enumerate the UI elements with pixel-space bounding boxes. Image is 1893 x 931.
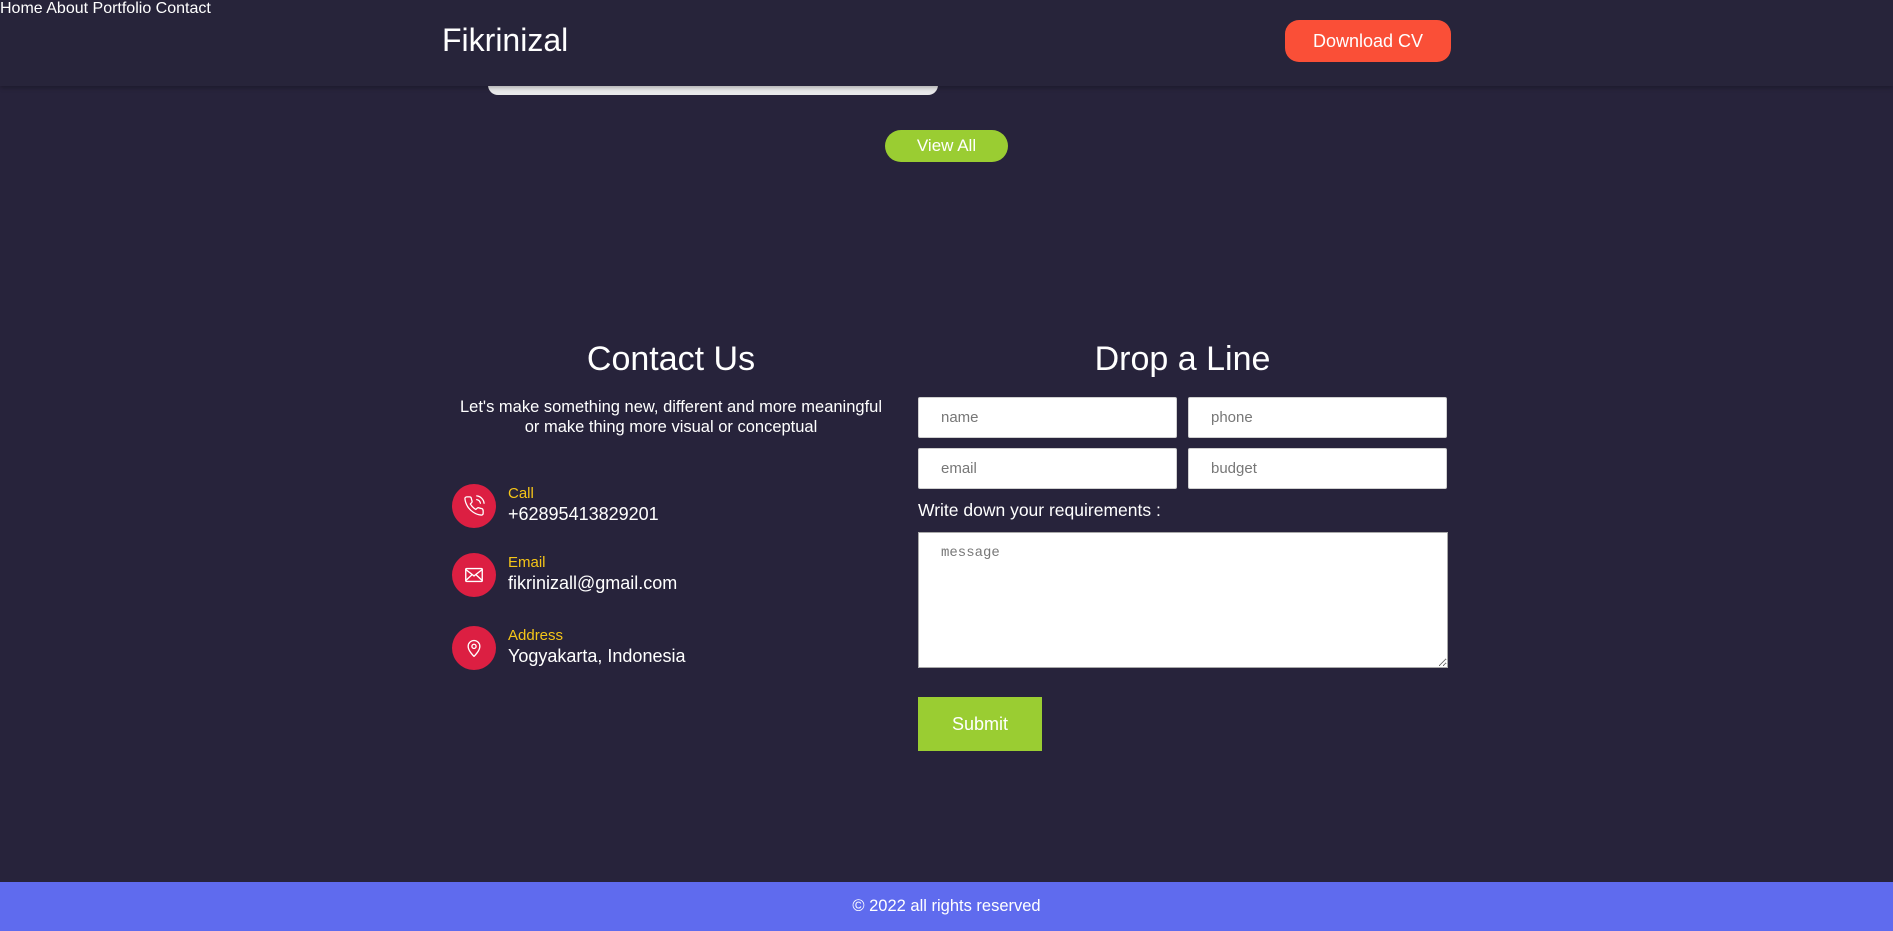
contact-description-line1: Let's make something new, different and … [459,398,882,416]
address-value: Yogyakarta, Indonesia [508,646,686,666]
view-all-button[interactable]: View All [885,130,1008,162]
contact-description-line2: or make thing more visual or conceptual [524,418,818,436]
copyright-text: © 2022 all rights reserved [852,897,1041,915]
nav-home[interactable]: Home [0,0,43,17]
phone-icon [452,484,496,528]
budget-input[interactable] [1188,448,1447,489]
main-nav: Home About Portfolio Contact [0,0,1893,18]
email-input[interactable] [918,448,1177,489]
address-label: Address [508,627,564,644]
call-label: Call [508,485,534,502]
nav-about[interactable]: About [46,0,88,17]
site-header: Fikrinizal Home About Portfolio Contact … [0,0,1893,86]
site-footer: © 2022 all rights reserved [0,882,1893,931]
email-value[interactable]: fikrinizall@gmail.com [508,573,677,594]
contact-description: Let's make something new, different and … [450,397,892,437]
phone-input[interactable] [1188,397,1447,438]
mail-icon [452,553,496,597]
brand-logo[interactable]: Fikrinizal [442,22,568,59]
map-pin-icon [452,626,496,670]
contact-title: Contact Us [586,340,756,378]
form-title: Drop a Line [1094,340,1271,378]
call-value[interactable]: +62895413829201 [508,504,659,525]
message-textarea[interactable] [918,532,1448,668]
nav-portfolio[interactable]: Portfolio [93,0,152,17]
email-label: Email [508,554,546,571]
submit-button[interactable]: Submit [918,697,1042,751]
nav-contact[interactable]: Contact [156,0,211,17]
requirements-label: Write down your requirements : [918,500,1161,520]
name-input[interactable] [918,397,1177,438]
download-cv-button[interactable]: Download CV [1285,20,1451,62]
